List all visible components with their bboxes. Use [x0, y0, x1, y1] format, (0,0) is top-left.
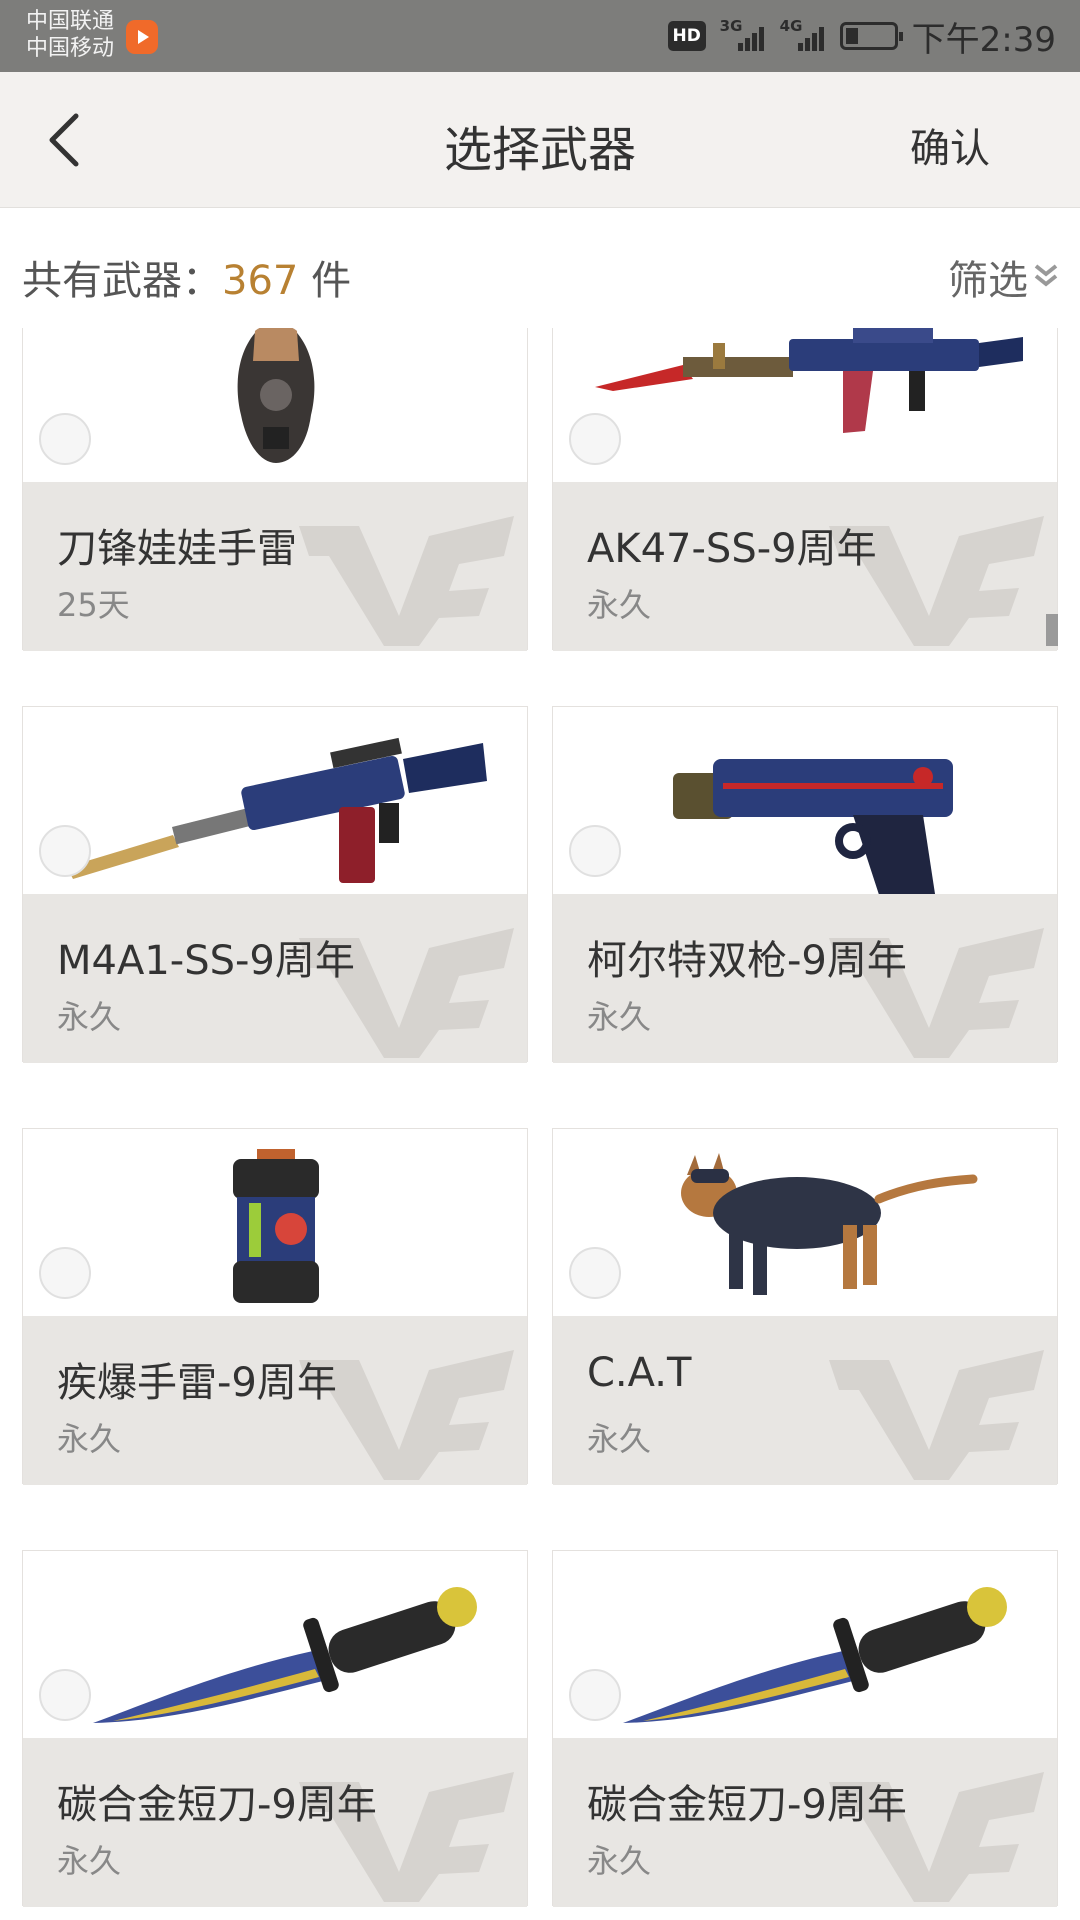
rifle-ak47-icon	[595, 328, 1023, 433]
weapon-info: 碳合金短刀-9周年 永久	[553, 1738, 1057, 1907]
scrollbar-thumb[interactable]	[1046, 614, 1058, 646]
network-3g-label: 3G	[719, 17, 743, 35]
weapon-count: 共有武器：367 件	[22, 248, 351, 306]
weapon-name: AK47-SS-9周年	[587, 526, 877, 572]
status-icons: HD 3G 4G 下午2:39	[667, 0, 1056, 72]
weapon-card[interactable]: 疾爆手雷-9周年 永久	[22, 1128, 528, 1485]
weapon-image	[553, 707, 1057, 894]
rifle-m4a1-icon	[67, 737, 487, 883]
carrier-2: 中国移动	[26, 36, 115, 61]
weapon-duration: 25天	[57, 586, 130, 624]
weapon-duration: 永久	[587, 586, 652, 624]
weapon-name: 碳合金短刀-9周年	[57, 1782, 377, 1828]
status-bar: 中国联通 中国移动 HD 3G 4G 下午2:39	[0, 0, 1080, 72]
weapon-image	[553, 328, 1057, 482]
select-radio[interactable]	[569, 825, 621, 877]
cf-watermark-icon	[829, 1350, 1044, 1480]
weapon-name: 碳合金短刀-9周年	[587, 1782, 907, 1828]
carrier-info: 中国联通 中国移动	[26, 8, 114, 62]
knife-icon	[93, 1587, 477, 1723]
weapon-card[interactable]: AK47-SS-9周年 永久	[552, 328, 1058, 651]
weapon-card[interactable]: C.A.T 永久	[552, 1128, 1058, 1485]
weapon-info: 柯尔特双枪-9周年 永久	[553, 894, 1057, 1063]
summary-bar: 共有武器：367 件 筛选	[0, 208, 1080, 328]
cat-icon	[681, 1153, 978, 1295]
weapon-grid[interactable]: 刀锋娃娃手雷 25天 AK47-SS-9周年 永久 M4A1-SS-9周年 永久…	[22, 328, 1058, 1920]
weapon-image	[23, 1129, 527, 1316]
weapon-info: C.A.T 永久	[553, 1316, 1057, 1485]
pistol-colt-icon	[673, 759, 953, 894]
weapon-info: 碳合金短刀-9周年 永久	[23, 1738, 527, 1907]
cf-watermark-icon	[299, 516, 514, 646]
weapon-duration: 永久	[587, 1420, 652, 1458]
grenade-doll-icon	[237, 328, 315, 463]
weapon-image	[553, 1551, 1057, 1738]
weapon-name: 柯尔特双枪-9周年	[587, 938, 907, 984]
nav-bar: 选择武器 确认	[0, 72, 1080, 208]
select-radio[interactable]	[569, 1247, 621, 1299]
filter-button[interactable]: 筛选	[948, 248, 1060, 306]
weapon-name: C.A.T	[587, 1350, 692, 1396]
weapon-card[interactable]: 碳合金短刀-9周年 永久	[22, 1550, 528, 1907]
weapon-info: M4A1-SS-9周年 永久	[23, 894, 527, 1063]
select-radio[interactable]	[39, 1247, 91, 1299]
weapon-duration: 永久	[57, 1842, 122, 1880]
weapon-name: 刀锋娃娃手雷	[57, 526, 297, 572]
signal-4g-icon: 4G	[780, 17, 826, 55]
video-app-icon	[126, 20, 158, 54]
double-chevron-down-icon	[1034, 264, 1058, 287]
weapon-image	[23, 1551, 527, 1738]
confirm-button[interactable]: 确认	[910, 116, 990, 174]
weapon-info: AK47-SS-9周年 永久	[553, 482, 1057, 651]
weapon-duration: 永久	[57, 1420, 122, 1458]
weapon-name: 疾爆手雷-9周年	[57, 1360, 337, 1406]
grenade-canister-icon	[233, 1149, 319, 1303]
weapon-info: 刀锋娃娃手雷 25天	[23, 482, 527, 651]
clock: 下午2:39	[911, 19, 1056, 60]
select-radio[interactable]	[569, 413, 621, 465]
battery-icon	[839, 22, 903, 50]
select-radio[interactable]	[569, 1669, 621, 1721]
signal-3g-icon: 3G	[720, 17, 766, 55]
weapon-name: M4A1-SS-9周年	[57, 938, 355, 984]
weapon-card[interactable]: M4A1-SS-9周年 永久	[22, 706, 528, 1063]
weapon-image	[553, 1129, 1057, 1316]
weapon-info: 疾爆手雷-9周年 永久	[23, 1316, 527, 1485]
battery-level	[845, 28, 858, 44]
weapon-duration: 永久	[57, 998, 122, 1036]
weapon-image	[23, 707, 527, 894]
network-4g-label: 4G	[779, 17, 803, 35]
weapon-card[interactable]: 刀锋娃娃手雷 25天	[22, 328, 528, 651]
weapon-image	[23, 328, 527, 482]
hd-badge: HD	[667, 21, 706, 51]
filter-label: 筛选	[948, 258, 1028, 304]
weapon-duration: 永久	[587, 998, 652, 1036]
count-unit: 件	[298, 258, 352, 304]
weapon-duration: 永久	[587, 1842, 652, 1880]
knife-icon	[623, 1587, 1007, 1723]
count-label: 共有武器：	[22, 258, 222, 304]
weapon-card[interactable]: 碳合金短刀-9周年 永久	[552, 1550, 1058, 1907]
select-radio[interactable]	[39, 413, 91, 465]
count-value: 367	[222, 258, 299, 304]
select-radio[interactable]	[39, 1669, 91, 1721]
select-radio[interactable]	[39, 825, 91, 877]
carrier-1: 中国联通	[26, 9, 115, 34]
weapon-card[interactable]: 柯尔特双枪-9周年 永久	[552, 706, 1058, 1063]
